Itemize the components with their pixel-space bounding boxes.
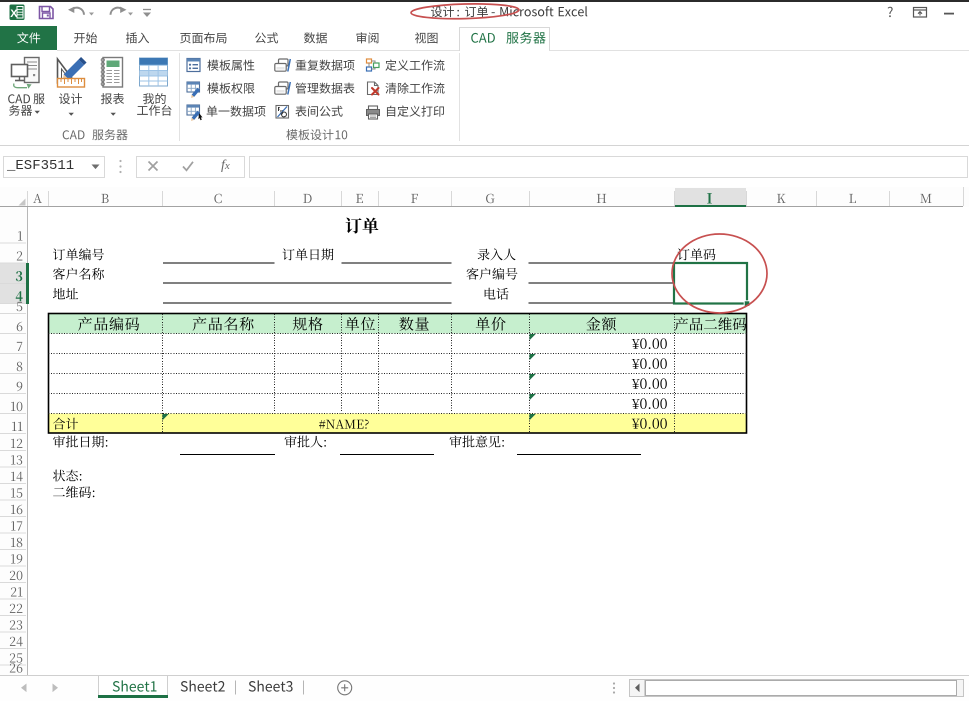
svg-text:X: X bbox=[10, 8, 18, 20]
svg-text:5: 5 bbox=[280, 111, 284, 117]
